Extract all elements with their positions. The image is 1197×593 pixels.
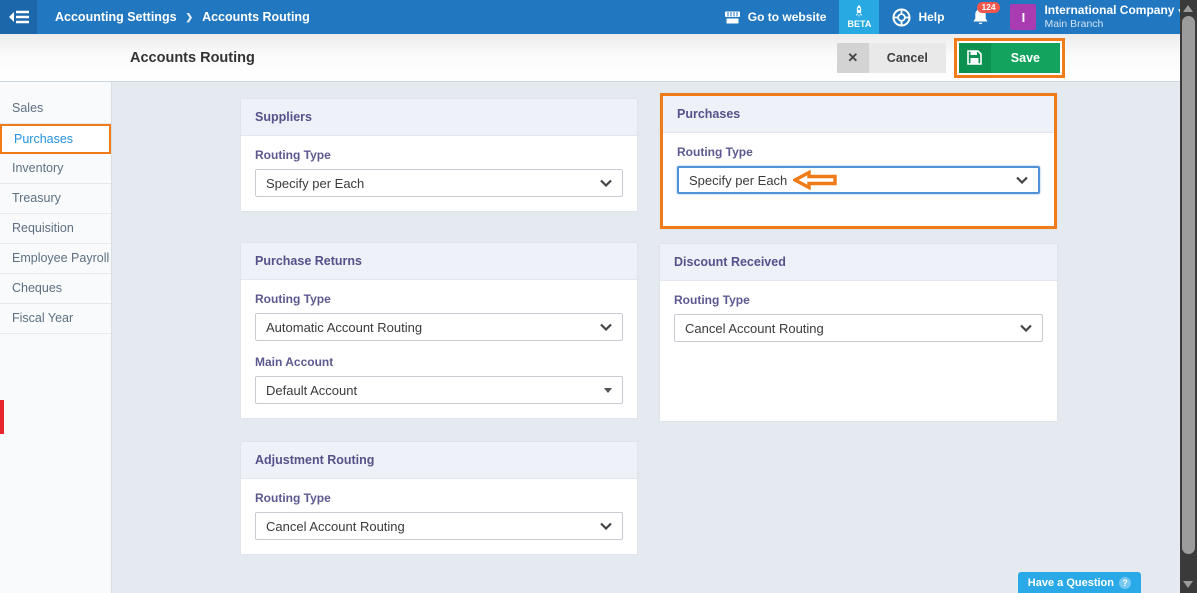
page-header: Accounts Routing ✕ Cancel Save <box>0 34 1197 82</box>
help-lifering-icon <box>892 8 911 27</box>
notification-count-badge: 124 <box>977 2 999 13</box>
discount-received-routing-type-label: Routing Type <box>674 293 1043 307</box>
purchases-routing-type-label: Routing Type <box>677 145 1040 159</box>
cancel-button[interactable]: ✕ Cancel <box>837 43 946 73</box>
beta-label: BETA <box>848 19 872 29</box>
top-navigation-bar: Accounting Settings ❯ Accounts Routing G… <box>0 0 1197 34</box>
purchases-card-highlighted: Purchases Routing Type Specify per Each <box>660 93 1057 229</box>
breadcrumb-accounts-routing: Accounts Routing <box>202 10 310 24</box>
right-column: Purchases Routing Type Specify per Each <box>660 93 1057 421</box>
breadcrumb: Accounting Settings ❯ Accounts Routing <box>37 0 310 34</box>
scrollbar-thumb[interactable] <box>1182 16 1195 554</box>
suppliers-card: Suppliers Routing Type Specify per Each <box>241 99 637 211</box>
purchases-card-title: Purchases <box>663 96 1054 133</box>
main-area: SalesPurchasesInventoryTreasuryRequisiti… <box>0 82 1197 593</box>
adjustment-routing-type-label: Routing Type <box>255 491 623 505</box>
left-column: Suppliers Routing Type Specify per Each … <box>241 93 637 554</box>
sidebar-item-sales[interactable]: Sales <box>0 94 111 124</box>
company-name-row: International Company▾ <box>1044 4 1183 18</box>
account-info: International Company▾ Main Branch <box>1044 4 1183 30</box>
main-account-label: Main Account <box>255 355 623 369</box>
adjustment-routing-card-title: Adjustment Routing <box>241 442 637 479</box>
adjustment-routing-type-value: Cancel Account Routing <box>266 519 405 534</box>
menu-fold-icon <box>8 9 30 25</box>
purchase-returns-card-title: Purchase Returns <box>241 243 637 280</box>
vertical-scrollbar[interactable] <box>1180 0 1197 593</box>
scroll-up-icon[interactable] <box>1183 5 1193 12</box>
adjustment-routing-card: Adjustment Routing Routing Type Cancel A… <box>241 442 637 554</box>
storefront-icon <box>724 10 741 25</box>
suppliers-routing-type-value: Specify per Each <box>266 176 364 191</box>
collapse-sidebar-button[interactable] <box>0 0 37 34</box>
purchase-returns-routing-type-label: Routing Type <box>255 292 623 306</box>
sidebar-item-requisition[interactable]: Requisition <box>0 214 111 244</box>
discount-received-card: Discount Received Routing Type Cancel Ac… <box>660 244 1057 421</box>
save-button-label: Save <box>991 43 1060 73</box>
beta-button[interactable]: BETA <box>839 0 879 34</box>
chevron-down-icon <box>600 179 612 187</box>
adjustment-routing-type-select[interactable]: Cancel Account Routing <box>255 512 623 540</box>
discount-received-routing-type-select[interactable]: Cancel Account Routing <box>674 314 1043 342</box>
close-icon: ✕ <box>837 43 869 73</box>
chevron-down-icon <box>1020 324 1032 332</box>
suppliers-routing-type-label: Routing Type <box>255 148 623 162</box>
sidebar-item-purchases[interactable]: Purchases <box>0 124 111 154</box>
go-to-website-link[interactable]: Go to website <box>711 0 840 34</box>
caret-down-icon <box>604 388 612 393</box>
branch-name: Main Branch <box>1044 18 1183 30</box>
purchase-returns-card: Purchase Returns Routing Type Automatic … <box>241 243 637 418</box>
sidebar-item-inventory[interactable]: Inventory <box>0 154 111 184</box>
cancel-button-label: Cancel <box>869 43 946 73</box>
save-button[interactable]: Save <box>959 43 1060 73</box>
sidebar-item-fiscal-year[interactable]: Fiscal Year <box>0 304 111 334</box>
have-a-question-button[interactable]: Have a Question ? <box>1018 572 1141 593</box>
purchase-returns-routing-type-select[interactable]: Automatic Account Routing <box>255 313 623 341</box>
annotation-arrow-left-icon <box>793 170 837 190</box>
topbar-spacer <box>310 0 711 34</box>
purchases-routing-type-select[interactable]: Specify per Each <box>677 166 1040 194</box>
page-title: Accounts Routing <box>130 50 255 66</box>
sidebar-item-treasury[interactable]: Treasury <box>0 184 111 214</box>
help-label: Help <box>918 10 944 24</box>
scroll-down-icon[interactable] <box>1183 581 1193 588</box>
suppliers-card-title: Suppliers <box>241 99 637 136</box>
have-a-question-label: Have a Question <box>1028 577 1114 589</box>
settings-content: Suppliers Routing Type Specify per Each … <box>112 82 1197 593</box>
main-account-value: Default Account <box>266 383 357 398</box>
feedback-tab-strip[interactable] <box>0 400 4 434</box>
chevron-down-icon <box>600 522 612 530</box>
save-floppy-icon <box>959 43 991 73</box>
sidebar-nav: SalesPurchasesInventoryTreasuryRequisiti… <box>0 82 112 593</box>
breadcrumb-separator-icon: ❯ <box>186 12 194 23</box>
go-to-website-label: Go to website <box>748 10 827 24</box>
company-name: International Company <box>1044 3 1174 17</box>
chevron-down-icon <box>1016 176 1028 184</box>
purchases-routing-type-value: Specify per Each <box>689 173 787 188</box>
sidebar-item-cheques[interactable]: Cheques <box>0 274 111 304</box>
company-avatar: I <box>1010 4 1036 30</box>
sidebar-item-employee-payroll[interactable]: Employee Payroll <box>0 244 111 274</box>
chevron-down-icon <box>600 323 612 331</box>
discount-received-routing-type-value: Cancel Account Routing <box>685 321 824 336</box>
question-mark-icon: ? <box>1119 577 1131 589</box>
main-account-select[interactable]: Default Account <box>255 376 623 404</box>
rocket-icon <box>853 5 865 18</box>
discount-received-card-title: Discount Received <box>660 244 1057 281</box>
purchase-returns-routing-type-value: Automatic Account Routing <box>266 320 422 335</box>
breadcrumb-accounting-settings[interactable]: Accounting Settings <box>55 10 177 24</box>
save-button-highlight: Save <box>954 38 1065 78</box>
account-menu[interactable]: I International Company▾ Main Branch <box>1004 0 1197 34</box>
help-button[interactable]: Help <box>879 0 957 34</box>
notifications-button[interactable]: 124 <box>957 0 1004 34</box>
suppliers-routing-type-select[interactable]: Specify per Each <box>255 169 623 197</box>
